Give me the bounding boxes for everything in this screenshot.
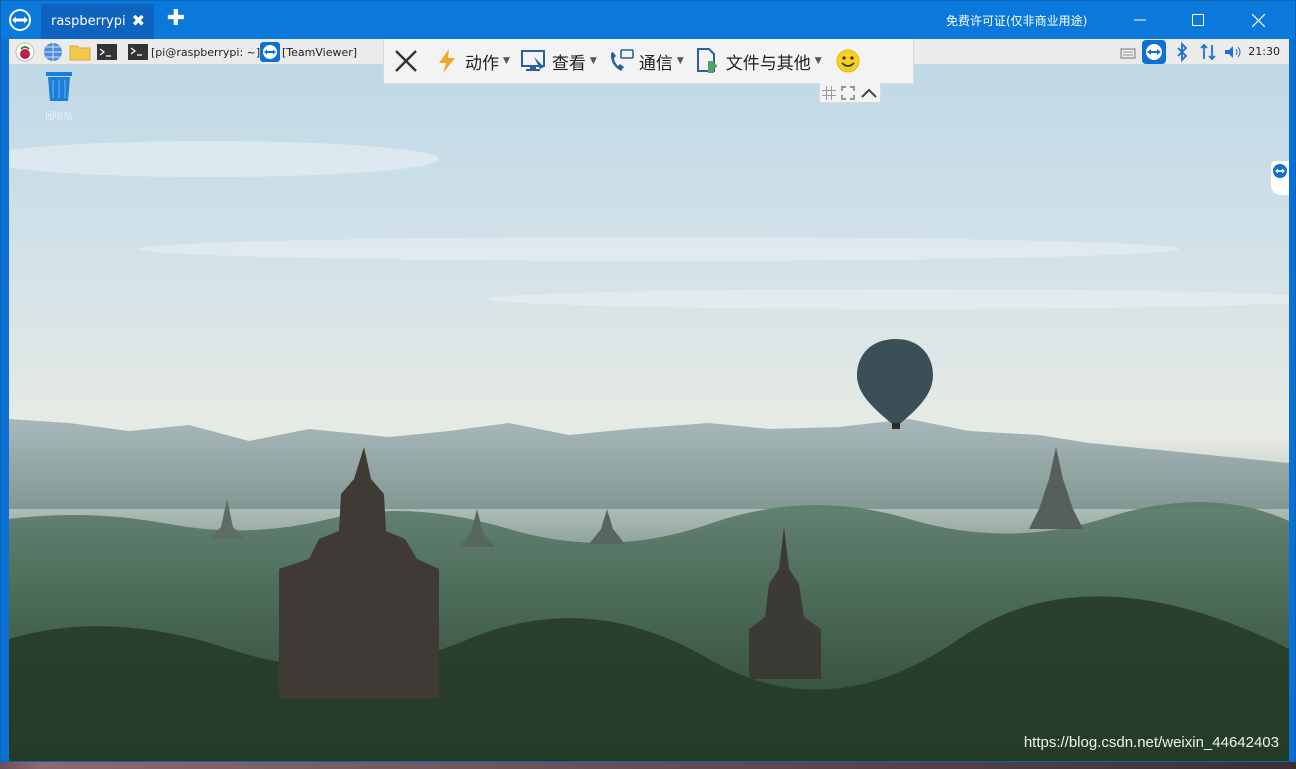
teamviewer-tray-icon[interactable] xyxy=(1142,40,1166,64)
trash-label: 回收站 xyxy=(45,112,73,122)
end-session-button[interactable] xyxy=(384,39,428,84)
terminal-icon xyxy=(128,44,148,60)
menu-actions-label: 动作 xyxy=(465,53,499,74)
close-icon xyxy=(1251,13,1265,27)
bluetooth-icon[interactable] xyxy=(1175,41,1195,63)
smiley-icon[interactable] xyxy=(835,48,861,74)
taskbar-item-label: [pi@raspberrypi: ~] xyxy=(151,45,261,59)
chevron-down-icon: ▼ xyxy=(503,56,510,66)
taskbar-item-teamviewer[interactable]: [TeamViewer] xyxy=(260,42,358,62)
phone-chat-icon xyxy=(610,49,634,71)
teamviewer-icon xyxy=(260,42,280,62)
license-label: 免费许可证(仅非商业用途) xyxy=(946,14,1088,28)
web-browser-icon[interactable] xyxy=(43,42,63,62)
close-icon xyxy=(395,50,417,72)
minimize-icon xyxy=(1134,19,1146,21)
taskbar-item-label: [TeamViewer] xyxy=(282,45,358,59)
chevron-down-icon: ▼ xyxy=(589,56,597,66)
chevron-up-icon[interactable] xyxy=(860,86,878,100)
menu-files-extras-label: 文件与其他 xyxy=(725,53,811,74)
toolbar-mini-controls xyxy=(819,83,881,103)
menu-view-label: 查看 xyxy=(551,53,586,74)
tab-close-icon[interactable]: ✖ xyxy=(132,12,145,30)
menu-view[interactable]: 查看 ▼ xyxy=(515,39,602,84)
taskbar-item-terminal[interactable]: [pi@raspberrypi: ~] xyxy=(127,43,260,61)
menu-actions[interactable]: 动作 ▼ xyxy=(428,39,515,84)
fullscreen-icon[interactable] xyxy=(841,85,855,100)
file-puzzle-icon xyxy=(696,48,717,73)
teamviewer-side-tab[interactable] xyxy=(1271,161,1289,195)
desktop-icon-trash[interactable]: 回收站 xyxy=(37,69,81,122)
menu-communicate-label: 通信 xyxy=(638,53,673,74)
teamviewer-toolbar: 动作 ▼ 查看 ▼ 通信 ▼ 文件与其他 ▼ xyxy=(383,39,914,84)
chevron-down-icon: ▼ xyxy=(676,56,684,66)
new-tab-icon[interactable]: ✚ xyxy=(165,8,187,30)
raspberry-menu-icon[interactable] xyxy=(15,42,35,62)
panel-clock: 21:30 xyxy=(1248,45,1280,58)
chevron-down-icon: ▼ xyxy=(814,56,822,66)
title-bar: raspberrypi ✖ ✚ 免费许可证(仅非商业用途) xyxy=(1,1,1295,39)
trash-icon xyxy=(46,72,72,101)
menu-files-extras[interactable]: 文件与其他 ▼ xyxy=(689,39,827,84)
monitor-icon xyxy=(520,50,545,71)
teamviewer-window: raspberrypi ✖ ✚ 免费许可证(仅非商业用途) [pi@raspbe… xyxy=(0,0,1296,762)
close-window-button[interactable] xyxy=(1229,1,1287,39)
file-manager-icon[interactable] xyxy=(69,42,91,62)
network-icon[interactable] xyxy=(1199,42,1219,62)
maximize-button[interactable] xyxy=(1169,1,1227,39)
remote-desktop[interactable]: [pi@raspberrypi: ~] [TeamViewer] 21:30 回… xyxy=(9,39,1289,761)
lightning-icon xyxy=(439,49,455,73)
teamviewer-icon[interactable] xyxy=(7,7,33,33)
terminal-icon[interactable] xyxy=(96,42,117,62)
teamviewer-icon xyxy=(1273,164,1287,178)
wallpaper-landscape xyxy=(9,141,1289,761)
menu-communicate[interactable]: 通信 ▼ xyxy=(602,39,689,84)
volume-icon[interactable] xyxy=(1223,42,1243,62)
maximize-icon xyxy=(1192,14,1204,26)
watermark-text: https://blog.csdn.net/weixin_44642403 xyxy=(1023,734,1279,751)
tab-label: raspberrypi xyxy=(51,14,126,29)
grid-icon[interactable] xyxy=(822,85,837,100)
keyboard-icon[interactable] xyxy=(1119,42,1139,62)
minimize-button[interactable] xyxy=(1111,1,1169,39)
tab-raspberrypi[interactable]: raspberrypi ✖ xyxy=(41,4,154,39)
